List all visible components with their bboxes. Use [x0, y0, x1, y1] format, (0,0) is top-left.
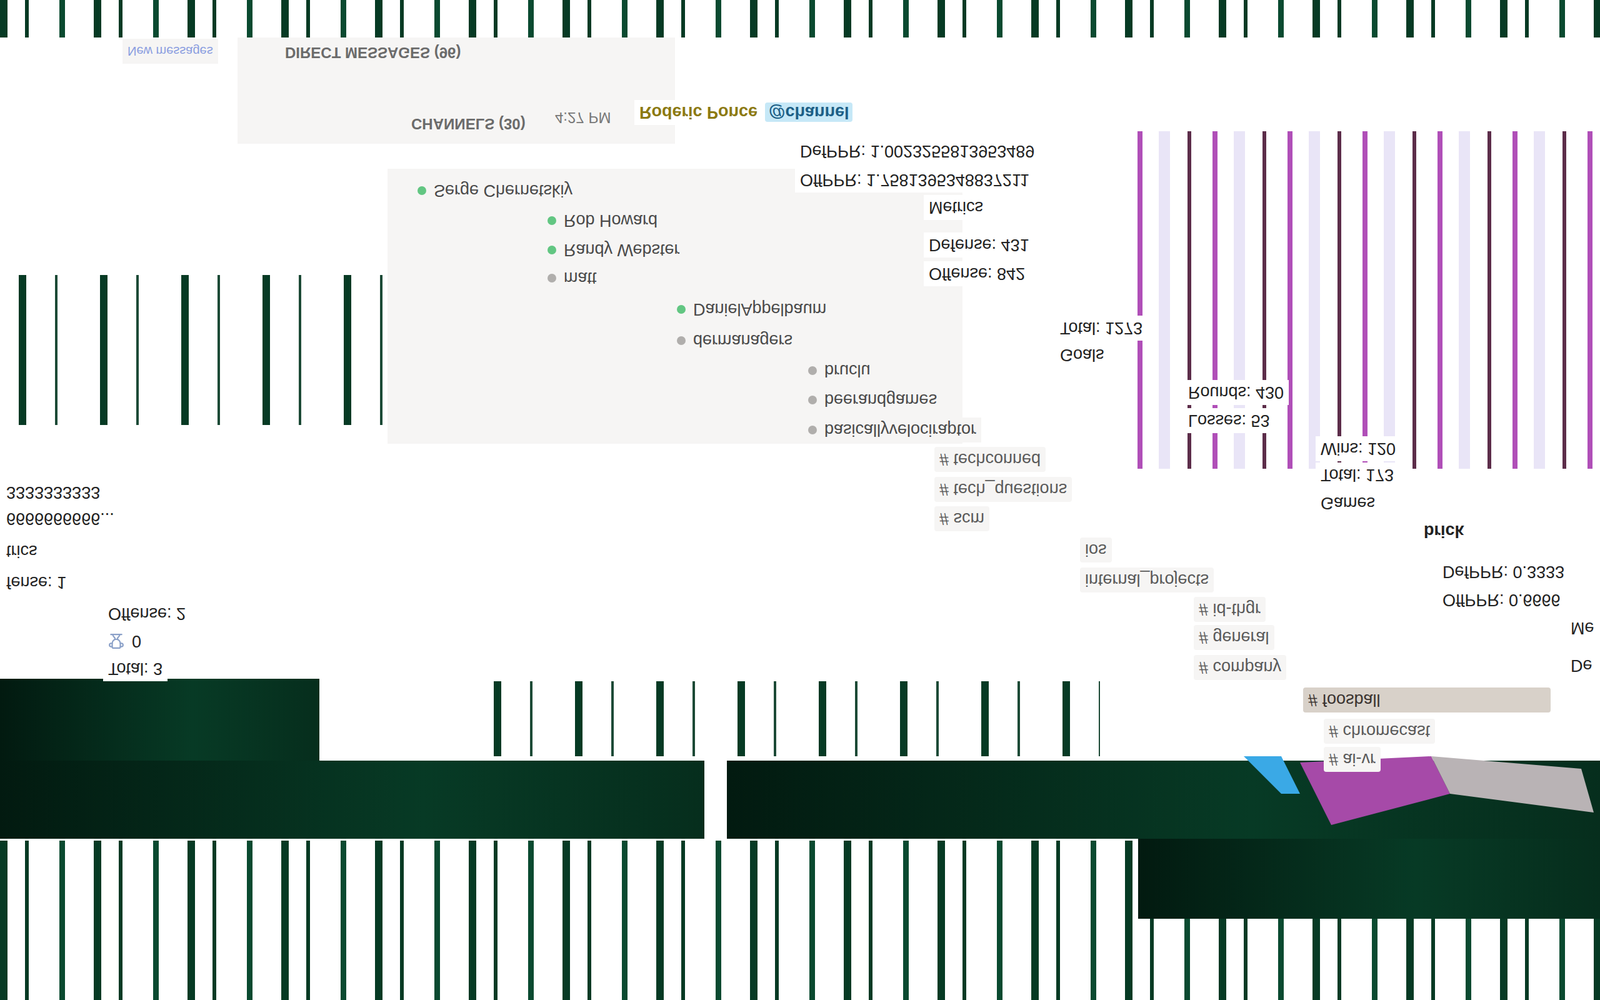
channel-item[interactable]: # general: [1193, 625, 1275, 650]
trophy-icon: [108, 633, 125, 650]
metrics-title: Metrics: [923, 195, 989, 220]
channel-item[interactable]: # foosball: [1303, 687, 1551, 713]
glitch-block: [1138, 838, 1600, 919]
glitch-noise: [475, 681, 1100, 757]
channel-item[interactable]: # company: [1193, 655, 1287, 680]
channel-item[interactable]: # tech_questions: [934, 476, 1072, 502]
channel-item[interactable]: # chromecast: [1323, 718, 1435, 744]
new-messages-label: New messages: [122, 38, 219, 64]
games-title: Games: [1315, 490, 1380, 516]
presence-dot-icon: [808, 395, 817, 405]
channel-item[interactable]: # scm: [934, 506, 990, 532]
offense-stat: Offense: 2: [103, 601, 191, 627]
ppr-value: 3333333333: [1, 480, 105, 505]
dm-item[interactable]: beerandgames: [803, 387, 942, 413]
goals-title: Goals: [1055, 342, 1110, 368]
defense-stat: fense: 1: [1, 570, 72, 595]
channel-item[interactable]: # ai-vr: [1323, 746, 1381, 772]
goals-total: Total: 1273: [1055, 315, 1148, 341]
dm-item[interactable]: matt: [542, 265, 602, 291]
off-ppr: OffPPR: 1.7581395348837211: [795, 167, 1035, 193]
trophy-stat: 0: [103, 628, 147, 654]
presence-dot-icon: [547, 273, 557, 283]
glitch-block: [0, 760, 705, 839]
games-total: Total: 173: [1315, 462, 1399, 488]
glitch-noise: [0, 0, 1600, 38]
channels-heading: CHANNELS (30): [406, 111, 531, 137]
glitch-block: [0, 678, 320, 761]
defense-stat: De: [1565, 653, 1598, 679]
dm-item[interactable]: Randy Webster: [542, 237, 685, 263]
player-name: brick: [1418, 518, 1470, 544]
dm-item[interactable]: dermanagers: [671, 328, 798, 354]
presence-dot-icon: [676, 336, 686, 345]
def-ppr: DefPPR: 0.3333: [1437, 559, 1570, 585]
channel-item[interactable]: # techconned: [934, 446, 1046, 472]
total-stat: Total: 3: [103, 656, 168, 682]
channel-item[interactable]: internal_projects: [1080, 567, 1214, 593]
metrics-title: trics: [1, 538, 43, 564]
dm-item[interactable]: DanielAppelbaum: [671, 296, 832, 322]
presence-dot-icon: [676, 305, 686, 314]
direct-messages-heading: DIRECT MESSAGES (96): [280, 40, 466, 65]
presence-dot-icon: [808, 366, 817, 375]
presence-dot-icon: [808, 425, 817, 435]
offense-stat: Offense: 842: [923, 261, 1030, 287]
channel-item[interactable]: ios: [1080, 537, 1112, 563]
glitch-shape-icon: [1243, 756, 1594, 825]
dm-item[interactable]: Rob Howard: [542, 208, 663, 234]
rounds-stat: Rounds: 430: [1183, 380, 1289, 405]
presence-dot-icon: [547, 245, 557, 255]
message-time: 4:27 PM: [550, 105, 616, 130]
presence-dot-icon: [417, 186, 427, 195]
losses-stat: Losses: 53: [1183, 408, 1275, 434]
presence-dot-icon: [547, 216, 557, 225]
defense-stat: Defense: 431: [923, 232, 1035, 258]
ppr-value: 6666666666...: [1, 506, 120, 532]
def-ppr: DefPPR: 1.0023255813953489: [795, 138, 1040, 164]
mention[interactable]: @channel: [765, 103, 853, 123]
metrics-title: Me: [1565, 615, 1600, 641]
dm-item[interactable]: Serge Chernetskiy: [412, 178, 578, 204]
channel-item[interactable]: # id-thgr: [1193, 596, 1266, 622]
glitched-slack-window: New messages DIRECT MESSAGES (96) CHANNELS…: [0, 0, 1600, 1000]
off-ppr: OffPPR: 0.6666: [1437, 587, 1566, 613]
dm-item[interactable]: bruclu: [803, 358, 876, 384]
wins-stat: Wins: 120: [1315, 436, 1401, 462]
message-author: Roderic Ponce @channel: [634, 100, 858, 125]
dm-item[interactable]: basicallyvelociraptor: [803, 417, 982, 443]
